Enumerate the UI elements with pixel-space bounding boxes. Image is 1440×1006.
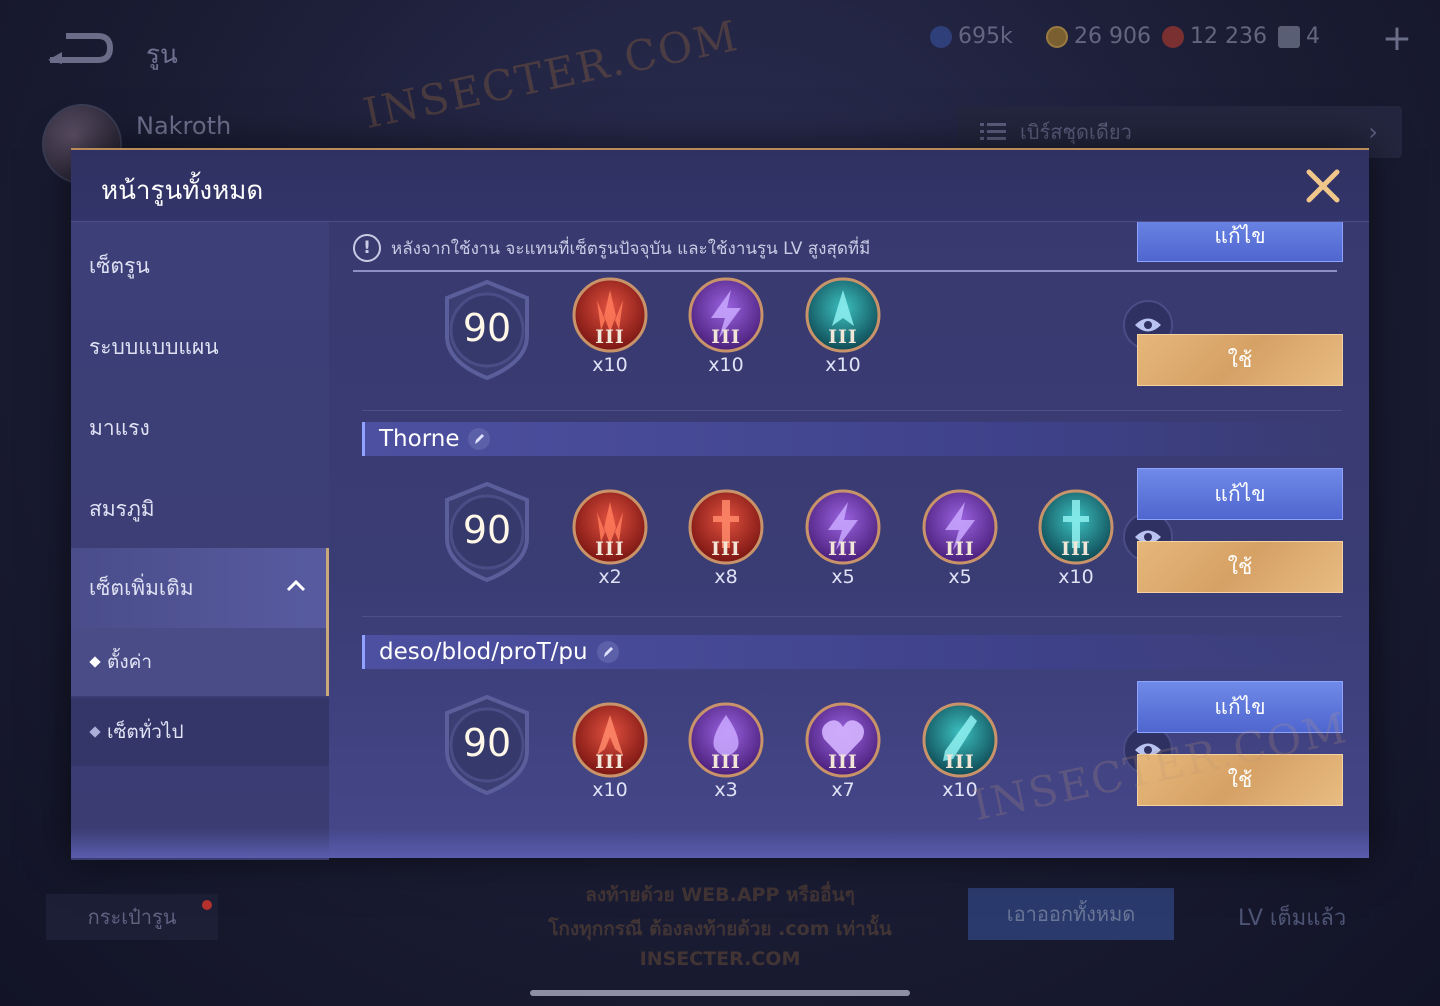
set-name: deso/blod/proT/pu — [379, 639, 588, 665]
all-rune-pages-modal: หน้ารูนทั้งหมด เซ็ตรูน ระบบแบบแผน มาแรง … — [71, 148, 1369, 860]
divider — [353, 270, 1337, 272]
exclamation-icon: ! — [353, 234, 381, 262]
use-button[interactable]: ใช้ — [1137, 334, 1343, 386]
back-arrow-icon[interactable] — [44, 30, 116, 66]
rune-set-list[interactable]: ! หลังจากใช้งาน จะแทนที่เซ็ตรูนปัจจุบัน … — [329, 222, 1369, 860]
watermark: INSECTER.COM — [359, 10, 744, 139]
rune-slot[interactable]: III x10 — [569, 276, 651, 376]
remove-all-button[interactable]: เอาออกทั้งหมด — [968, 888, 1174, 940]
pencil-icon[interactable] — [467, 427, 491, 451]
resource-ruby: 12 236 — [1162, 24, 1267, 49]
sidebar-subitem-settings[interactable]: ตั้งค่า — [71, 628, 329, 696]
level-badge: 90 — [435, 278, 539, 382]
rune-ticket-icon — [1278, 25, 1300, 48]
rune-slot[interactable]: III x10 — [569, 701, 651, 801]
resource-gold: 26 906 — [1046, 24, 1151, 49]
modal-title: หน้ารูนทั้งหมด — [101, 176, 264, 206]
modal-bottom-glow — [71, 828, 1369, 858]
rune-slot[interactable]: III x10 — [685, 276, 767, 376]
info-notice: ! หลังจากใช้งาน จะแทนที่เซ็ตรูนปัจจุบัน … — [353, 234, 870, 262]
level-badge: 90 — [435, 693, 539, 797]
home-indicator[interactable] — [530, 990, 910, 996]
sidebar-item-extra-sets[interactable]: เซ็ตเพิ่มเติม — [71, 548, 329, 628]
rune-slot[interactable]: III x5 — [919, 488, 1001, 588]
rune-slot[interactable]: III x8 — [685, 488, 767, 588]
notice-line-1: ลงท้ายด้วย WEB.APP หรืออื่นๆ — [585, 884, 855, 906]
set-name-header: deso/blod/proT/pu — [362, 635, 1342, 669]
edit-button[interactable]: แก้ไข — [1137, 222, 1343, 262]
list-icon — [980, 123, 1006, 140]
sidebar-item-trending[interactable]: มาแรง — [71, 388, 329, 468]
sidebar-item-rune-sets[interactable]: เซ็ตรูน — [71, 226, 329, 306]
notification-dot — [202, 900, 212, 910]
info-text: หลังจากใช้งาน จะแทนที่เซ็ตรูนปัจจุบัน แล… — [391, 238, 871, 259]
sidebar-item-battlefield[interactable]: สมรภูมิ — [71, 469, 329, 549]
divider — [362, 410, 1342, 411]
pencil-icon[interactable] — [596, 640, 620, 664]
rune-slot[interactable]: III x10 — [802, 276, 884, 376]
rune-slot[interactable]: III x2 — [569, 488, 651, 588]
set-name-header: Thorne — [362, 422, 1342, 456]
screen-title: รูน — [146, 40, 178, 70]
sidebar-item-templates[interactable]: ระบบแบบแผน — [71, 307, 329, 387]
rune-bag-button[interactable]: กระเป๋ารูน — [46, 894, 218, 940]
notice-line-2: โกงทุกกรณี ต้องลงท้ายด้วย .com เท่านั้น — [548, 918, 892, 940]
ruby-gem-icon — [1162, 25, 1184, 48]
modal-header: หน้ารูนทั้งหมด — [71, 150, 1369, 222]
sidebar-subitem-general-sets[interactable]: เซ็ตทั่วไป — [71, 698, 329, 766]
edit-button[interactable]: แก้ไข — [1137, 468, 1343, 520]
gold-coin-icon — [1046, 25, 1068, 48]
resource-ticket: 4 — [1278, 24, 1320, 49]
bullet-icon — [89, 656, 101, 668]
add-resource-icon[interactable]: + — [1382, 18, 1412, 59]
rune-slot[interactable]: III x7 — [802, 701, 884, 801]
lv-full-label: LV เต็มแล้ว — [1238, 906, 1347, 931]
diamond-gem-icon — [930, 25, 952, 48]
close-icon[interactable] — [1303, 166, 1343, 206]
eye-icon — [1135, 318, 1161, 332]
use-button[interactable]: ใช้ — [1137, 541, 1343, 593]
level-badge: 90 — [435, 480, 539, 584]
divider — [362, 616, 1342, 617]
bullet-icon — [89, 726, 101, 738]
resource-diamonds: 695k — [930, 24, 1013, 49]
category-sidebar: เซ็ตรูน ระบบแบบแผน มาแรง สมรภูมิ เซ็ตเพิ… — [71, 222, 329, 860]
rune-slot[interactable]: III x5 — [802, 488, 884, 588]
hero-name: Nakroth — [136, 112, 232, 140]
set-name: Thorne — [379, 426, 460, 452]
notice-line-3: INSECTER.COM — [639, 948, 801, 970]
chevron-right-icon: › — [1368, 118, 1378, 146]
rune-slot[interactable]: III x3 — [685, 701, 767, 801]
rune-slot[interactable]: III x10 — [1035, 488, 1117, 588]
chevron-up-icon — [286, 579, 306, 592]
